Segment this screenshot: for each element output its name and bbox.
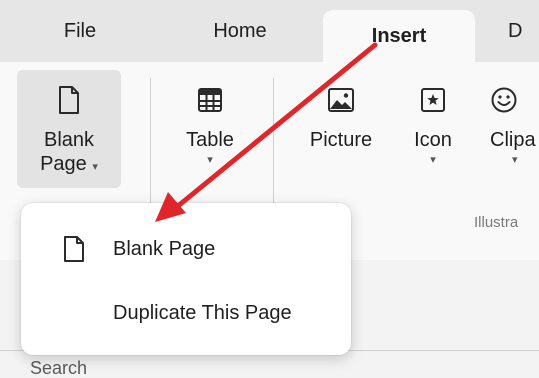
tab-home-label: Home xyxy=(213,19,267,42)
picture-label: Picture xyxy=(309,129,373,151)
menu-item-label: Duplicate This Page xyxy=(113,301,292,324)
illustrations-group-label: Illustra xyxy=(474,214,519,231)
tab-insert-label: Insert xyxy=(371,24,427,47)
menu-item-label: Blank Page xyxy=(113,237,216,260)
tab-file-label: File xyxy=(63,19,97,42)
table-button[interactable]: Table ▾ xyxy=(170,80,250,172)
chevron-down-icon: ▾ xyxy=(430,154,436,166)
app-window: File Home Insert D Blank Page ▾ Table ▾ … xyxy=(0,0,539,378)
menu-item-duplicate-page[interactable]: Duplicate This Page xyxy=(21,287,351,339)
chevron-down-icon: ▾ xyxy=(92,161,98,173)
tab-home[interactable]: Home xyxy=(190,0,290,62)
clipart-button[interactable]: Clipa ▾ xyxy=(484,80,539,172)
blank-page-icon xyxy=(58,80,80,120)
blank-page-button[interactable]: Blank Page ▾ xyxy=(17,70,121,188)
search-label[interactable]: Search xyxy=(30,358,87,378)
menu-item-blank-page[interactable]: Blank Page xyxy=(21,223,351,275)
chevron-down-icon: ▾ xyxy=(207,154,213,166)
star-in-box-icon xyxy=(420,80,446,120)
smiley-icon xyxy=(490,80,518,120)
blank-page-label-line1: Blank xyxy=(43,129,95,151)
picture-button[interactable]: Picture xyxy=(296,80,386,152)
blank-page-icon xyxy=(63,235,85,269)
ribbon-tab-strip: File Home Insert D xyxy=(0,0,539,62)
blank-page-label-line2: Page ▾ xyxy=(40,153,98,175)
blank-page-dropdown-menu: Blank Page Duplicate This Page xyxy=(21,203,351,355)
picture-icon xyxy=(327,80,355,120)
chevron-down-icon: ▾ xyxy=(512,154,518,166)
tab-file[interactable]: File xyxy=(40,0,120,62)
table-icon xyxy=(197,80,223,120)
tab-next-label: D xyxy=(508,19,523,42)
tab-next-partial[interactable]: D xyxy=(508,0,539,62)
icon-button[interactable]: Icon ▾ xyxy=(400,80,466,172)
tab-insert[interactable]: Insert xyxy=(323,10,475,62)
